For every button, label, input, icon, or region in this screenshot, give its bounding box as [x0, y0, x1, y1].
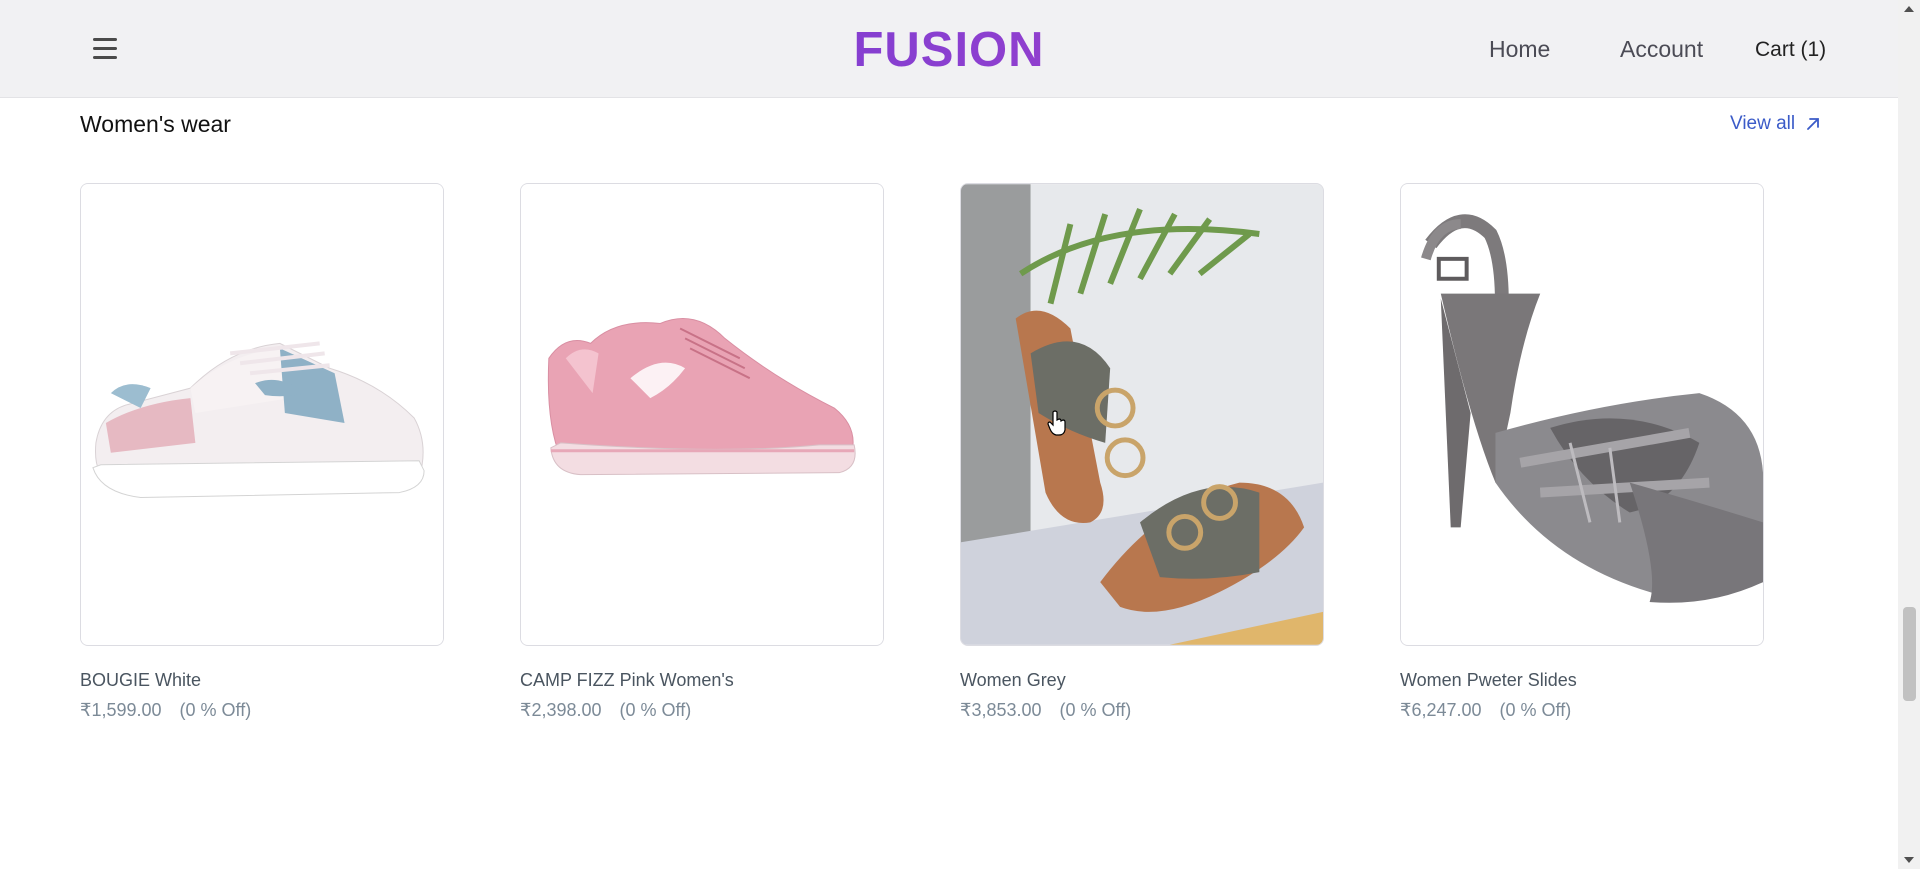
- nav-cart-link[interactable]: Cart (1): [1755, 38, 1826, 62]
- discount-label: (0 % Off): [619, 700, 692, 720]
- product-card-image[interactable]: [1400, 183, 1764, 646]
- product-card-image[interactable]: [960, 183, 1324, 646]
- product-price: ₹3,853.00 (0 % Off): [960, 700, 1131, 721]
- nav-account-link[interactable]: Account: [1620, 36, 1703, 63]
- product-price: ₹1,599.00 (0 % Off): [80, 700, 251, 721]
- product-image-grey-buckle-slides: [961, 184, 1323, 645]
- price-value: ₹1,599.00: [80, 700, 162, 720]
- discount-label: (0 % Off): [179, 700, 252, 720]
- price-value: ₹2,398.00: [520, 700, 602, 720]
- product-price: ₹2,398.00 (0 % Off): [520, 700, 691, 721]
- view-all-label: View all: [1730, 113, 1796, 134]
- product-price: ₹6,247.00 (0 % Off): [1400, 700, 1571, 721]
- top-navbar: FUSION Home Account Cart (1): [0, 0, 1898, 98]
- discount-label: (0 % Off): [1059, 700, 1132, 720]
- scroll-down-arrow-icon[interactable]: [1904, 857, 1914, 863]
- scroll-up-arrow-icon[interactable]: [1904, 6, 1914, 12]
- section-title: Women's wear: [80, 111, 231, 137]
- nav-home-link[interactable]: Home: [1489, 36, 1550, 63]
- scrollbar-track[interactable]: [1898, 0, 1920, 869]
- product-name[interactable]: CAMP FIZZ Pink Women's: [520, 670, 734, 691]
- product-name[interactable]: Women Pweter Slides: [1400, 670, 1577, 691]
- view-all-link[interactable]: View all: [1730, 113, 1821, 135]
- discount-label: (0 % Off): [1499, 700, 1572, 720]
- product-card-image[interactable]: [520, 183, 884, 646]
- product-name[interactable]: BOUGIE White: [80, 670, 201, 691]
- page: FUSION Home Account Cart (1) Women's wea…: [0, 0, 1898, 869]
- product-card-image[interactable]: [80, 183, 444, 646]
- arrow-up-right-icon: [1807, 118, 1820, 130]
- price-value: ₹6,247.00: [1400, 700, 1482, 720]
- brand-logo: FUSION: [0, 22, 1898, 78]
- product-image-pink-running-shoe: [521, 184, 883, 645]
- scrollbar-thumb[interactable]: [1903, 607, 1916, 701]
- product-image-pewter-glitter-heel: [1401, 184, 1763, 645]
- product-image-white-pink-sneaker: [81, 184, 443, 645]
- product-name[interactable]: Women Grey: [960, 670, 1066, 691]
- price-value: ₹3,853.00: [960, 700, 1042, 720]
- hamburger-menu-icon[interactable]: [89, 32, 121, 64]
